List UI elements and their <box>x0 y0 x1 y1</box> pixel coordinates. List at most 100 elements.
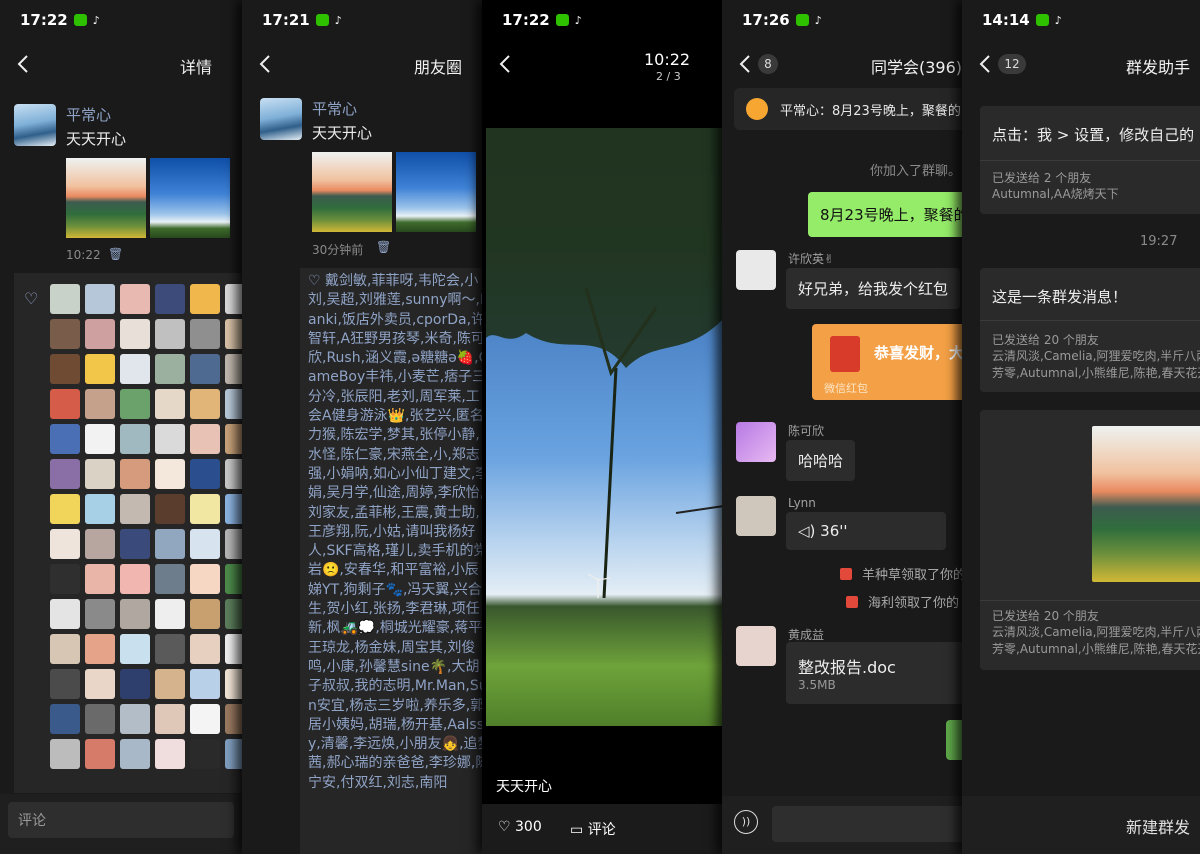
like-avatar[interactable] <box>225 599 242 629</box>
like-avatar[interactable] <box>85 319 115 349</box>
post-image-2[interactable] <box>396 152 476 232</box>
like-avatar[interactable] <box>120 599 150 629</box>
like-avatar[interactable] <box>155 459 185 489</box>
like-avatar[interactable] <box>120 564 150 594</box>
like-avatar[interactable] <box>50 599 80 629</box>
like-avatar[interactable] <box>155 389 185 419</box>
like-avatar[interactable] <box>85 424 115 454</box>
like-avatar[interactable] <box>85 389 115 419</box>
like-avatar[interactable] <box>190 669 220 699</box>
avatar[interactable] <box>260 98 302 140</box>
nickname[interactable]: 平常心 <box>66 104 111 125</box>
avatar[interactable] <box>736 422 776 462</box>
like-button[interactable]: ♡ 300 <box>498 819 542 835</box>
like-avatar[interactable] <box>120 459 150 489</box>
chat-text-input[interactable] <box>772 806 964 842</box>
like-avatar[interactable] <box>225 669 242 699</box>
back-arrow-icon[interactable] <box>254 52 278 76</box>
like-avatar[interactable] <box>50 669 80 699</box>
like-avatar[interactable] <box>190 599 220 629</box>
like-avatar[interactable] <box>155 739 185 769</box>
like-avatar[interactable] <box>155 494 185 524</box>
like-avatar[interactable] <box>85 739 115 769</box>
broadcast-card[interactable]: 已发送给 20 个朋友 云清风淡,Camelia,阿狸爱吃肉,半斤八两 芳零,A… <box>980 410 1200 670</box>
like-avatar[interactable] <box>85 459 115 489</box>
like-avatar[interactable] <box>85 634 115 664</box>
comment-input[interactable]: 评论 <box>8 802 234 838</box>
like-avatar[interactable] <box>225 284 242 314</box>
like-avatar[interactable] <box>225 424 242 454</box>
like-avatar[interactable] <box>50 739 80 769</box>
like-avatar[interactable] <box>155 284 185 314</box>
message-bubble[interactable]: 好兄弟，给我发个红包 <box>786 268 961 309</box>
like-avatar[interactable] <box>155 564 185 594</box>
voice-message-bubble[interactable]: ◁) 36'' <box>786 512 946 550</box>
voice-input-icon[interactable]: )) <box>734 810 758 834</box>
like-avatar[interactable] <box>120 284 150 314</box>
like-avatar[interactable] <box>85 529 115 559</box>
like-avatar[interactable] <box>50 459 80 489</box>
like-avatar[interactable] <box>155 599 185 629</box>
like-avatar[interactable] <box>155 669 185 699</box>
message-bubble[interactable]: 哈哈哈 <box>786 440 856 481</box>
like-avatar[interactable] <box>155 319 185 349</box>
like-avatar[interactable] <box>120 669 150 699</box>
post-image-2[interactable] <box>150 158 230 238</box>
like-avatar[interactable] <box>225 634 242 664</box>
like-avatar[interactable] <box>225 354 242 384</box>
like-avatar[interactable] <box>225 704 242 734</box>
like-avatar[interactable] <box>120 739 150 769</box>
like-avatar[interactable] <box>50 634 80 664</box>
broadcast-card[interactable]: 点击：我 > 设置，修改自己的 已发送给 2 个朋友 Autumnal,AA烧烤… <box>980 106 1200 214</box>
like-avatar[interactable] <box>85 669 115 699</box>
like-avatar[interactable] <box>120 704 150 734</box>
like-avatar[interactable] <box>50 389 80 419</box>
post-image-1[interactable] <box>66 158 146 238</box>
new-broadcast-button[interactable]: 新建群发 <box>1126 814 1190 838</box>
like-avatar[interactable] <box>50 564 80 594</box>
like-avatar[interactable] <box>190 564 220 594</box>
like-avatar[interactable] <box>155 424 185 454</box>
trash-icon[interactable]: 🗑 <box>108 247 123 261</box>
like-avatar[interactable] <box>190 529 220 559</box>
pinned-message[interactable]: 平常心：8月23号晚上，聚餐的 <box>734 88 964 130</box>
trash-icon[interactable]: 🗑 <box>376 240 391 254</box>
like-avatar[interactable] <box>85 599 115 629</box>
photo[interactable] <box>486 128 724 726</box>
like-avatar[interactable] <box>225 739 242 769</box>
like-avatar[interactable] <box>190 459 220 489</box>
like-avatar[interactable] <box>190 424 220 454</box>
like-avatar[interactable] <box>155 354 185 384</box>
like-avatar[interactable] <box>50 284 80 314</box>
broadcast-card[interactable]: 这是一条群发消息！ 已发送给 20 个朋友 云清风淡,Camelia,阿狸爱吃肉… <box>980 268 1200 392</box>
like-avatar[interactable] <box>120 634 150 664</box>
like-avatar[interactable] <box>85 354 115 384</box>
like-avatar[interactable] <box>225 564 242 594</box>
avatar[interactable] <box>736 496 776 536</box>
like-avatar[interactable] <box>120 319 150 349</box>
like-avatar[interactable] <box>155 704 185 734</box>
like-avatar[interactable] <box>85 284 115 314</box>
like-avatar[interactable] <box>120 529 150 559</box>
file-message[interactable]: 整改报告.doc 3.5MB <box>786 642 964 704</box>
like-avatar[interactable] <box>190 634 220 664</box>
like-avatar[interactable] <box>190 319 220 349</box>
like-avatar[interactable] <box>225 529 242 559</box>
broadcast-image[interactable] <box>1092 426 1200 582</box>
like-avatar[interactable] <box>190 704 220 734</box>
like-avatar[interactable] <box>120 389 150 419</box>
post-image-1[interactable] <box>312 152 392 232</box>
like-avatar[interactable] <box>190 389 220 419</box>
like-avatar[interactable] <box>190 354 220 384</box>
likes-list[interactable]: ♡ 戴剑敏,菲菲呀,韦陀会,小刘,吴超,刘雅莲,sunny啊～,Nanki,饭店… <box>300 268 484 854</box>
like-avatar[interactable] <box>50 319 80 349</box>
like-avatar[interactable] <box>190 494 220 524</box>
like-avatar[interactable] <box>50 529 80 559</box>
like-avatar[interactable] <box>50 354 80 384</box>
my-message-bubble[interactable]: 8月23号晚上，聚餐的 <box>808 192 964 237</box>
like-avatar[interactable] <box>50 424 80 454</box>
red-packet[interactable]: 恭喜发财，大 微信红包 <box>812 324 964 400</box>
back-arrow-icon[interactable] <box>12 52 36 76</box>
nickname[interactable]: 平常心 <box>312 98 357 119</box>
like-avatar[interactable] <box>225 494 242 524</box>
